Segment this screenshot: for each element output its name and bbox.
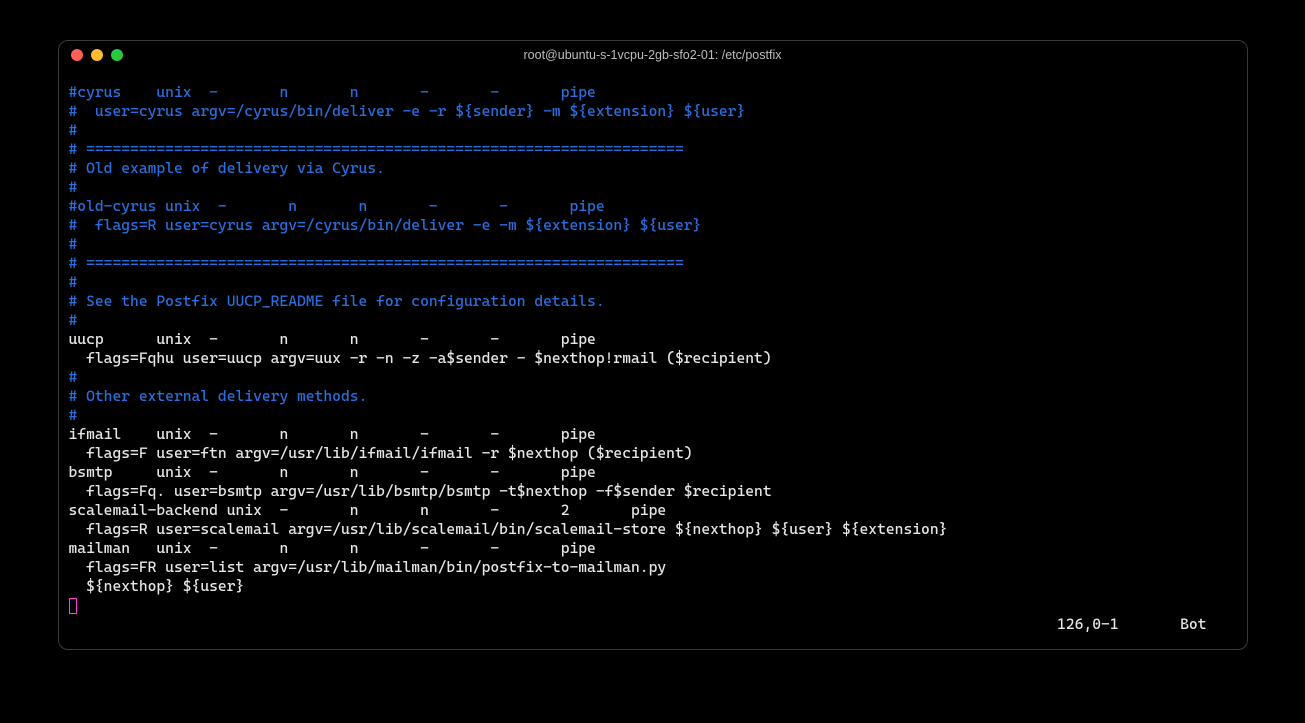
code-line: flags=FR user=list argv=/usr/lib/mailman…: [69, 558, 1237, 577]
code-line: # See the Postfix UUCP_README file for c…: [69, 292, 1237, 311]
cursor-position: 126,0-1 Bot: [1057, 615, 1206, 633]
window-title: root@ubuntu-s-1vcpu-2gb-sfo2-01: /etc/po…: [59, 48, 1247, 62]
code-line: #: [69, 121, 1237, 140]
file-content: #cyrus unix - n n - - pipe# user=cyrus a…: [69, 83, 1237, 596]
code-line: # Other external delivery methods.: [69, 387, 1237, 406]
code-line: uucp unix - n n - - pipe: [69, 330, 1237, 349]
zoom-icon[interactable]: [111, 49, 123, 61]
code-line: flags=F user=ftn argv=/usr/lib/ifmail/if…: [69, 444, 1237, 463]
code-line: ifmail unix - n n - - pipe: [69, 425, 1237, 444]
code-line: scalemail-backend unix - n n - 2 pipe: [69, 501, 1237, 520]
code-line: #: [69, 235, 1237, 254]
code-line: #: [69, 368, 1237, 387]
traffic-lights: [71, 49, 123, 61]
cursor-icon: [69, 598, 77, 614]
code-line: #cyrus unix - n n - - pipe: [69, 83, 1237, 102]
vim-status-line: 126,0-1 Bot: [69, 615, 1237, 634]
terminal-window: root@ubuntu-s-1vcpu-2gb-sfo2-01: /etc/po…: [58, 40, 1248, 650]
code-line: flags=Fqhu user=uucp argv=uux -r -n -z -…: [69, 349, 1237, 368]
code-line: bsmtp unix - n n - - pipe: [69, 463, 1237, 482]
code-line: # user=cyrus argv=/cyrus/bin/deliver -e …: [69, 102, 1237, 121]
code-line: #: [69, 406, 1237, 425]
cursor-line: [69, 596, 1237, 615]
code-line: #: [69, 273, 1237, 292]
code-line: ${nexthop} ${user}: [69, 577, 1237, 596]
close-icon[interactable]: [71, 49, 83, 61]
code-line: mailman unix - n n - - pipe: [69, 539, 1237, 558]
code-line: # flags=R user=cyrus argv=/cyrus/bin/del…: [69, 216, 1237, 235]
code-line: flags=Fq. user=bsmtp argv=/usr/lib/bsmtp…: [69, 482, 1237, 501]
title-bar: root@ubuntu-s-1vcpu-2gb-sfo2-01: /etc/po…: [59, 41, 1247, 69]
code-line: #: [69, 178, 1237, 197]
minimize-icon[interactable]: [91, 49, 103, 61]
code-line: #old-cyrus unix - n n - - pipe: [69, 197, 1237, 216]
code-line: # Old example of delivery via Cyrus.: [69, 159, 1237, 178]
code-line: # ======================================…: [69, 254, 1237, 273]
code-line: flags=R user=scalemail argv=/usr/lib/sca…: [69, 520, 1237, 539]
terminal-body[interactable]: #cyrus unix - n n - - pipe# user=cyrus a…: [59, 69, 1247, 649]
code-line: # ======================================…: [69, 140, 1237, 159]
code-line: #: [69, 311, 1237, 330]
